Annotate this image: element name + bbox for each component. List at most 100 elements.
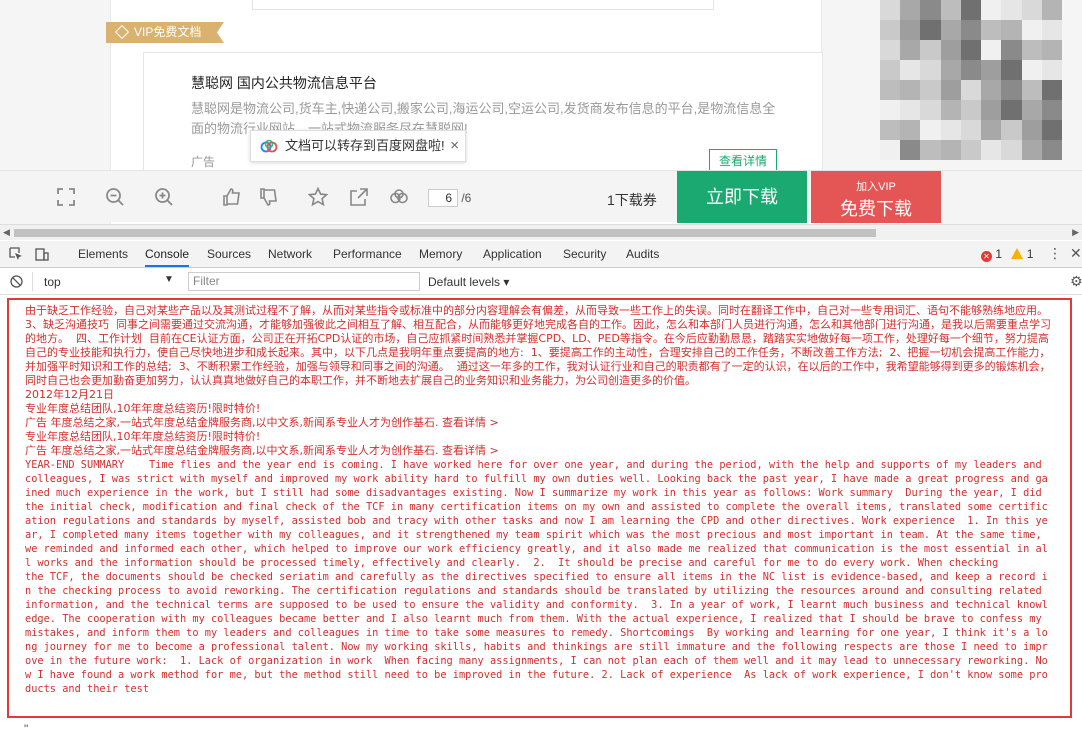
ad-card[interactable]: 慧聪网 国内公共物流信息平台 慧聪网是物流公司,货车主,快递公司,搬家公司,海运… [143,52,823,182]
join-vip-button[interactable]: 加入VIP 免费下载 [811,171,941,223]
free-download-label: 免费下载 [840,199,912,219]
blur-tile [880,20,901,40]
page-indicator: 6 /6 [428,189,471,207]
more-options-icon[interactable]: ⋮ [1048,245,1062,262]
blur-tile [920,20,941,40]
thumbs-up-icon[interactable] [222,187,242,207]
cloud-save-icon[interactable] [389,187,409,207]
blur-tile [920,100,941,120]
blur-tile [960,120,982,140]
blur-tile [1021,40,1042,60]
scrollbar-thumb[interactable] [14,229,876,237]
tab-sources[interactable]: Sources [207,247,251,261]
blur-tile [960,0,982,20]
clear-console-icon[interactable] [10,275,23,288]
zoom-out-icon[interactable] [105,187,125,207]
blur-tile [1021,0,1042,20]
fullscreen-icon[interactable] [56,187,76,207]
blur-tile [880,60,901,80]
blur-tile [1001,140,1022,160]
blur-tile [900,20,921,40]
blur-tile [920,80,941,100]
tab-application[interactable]: Application [483,247,542,261]
blur-tile [960,140,982,160]
previous-card [252,0,714,10]
blur-tile [920,0,941,20]
horizontal-scrollbar[interactable]: ◀ ▶ [0,224,1082,240]
inspect-element-icon[interactable] [9,247,23,261]
diamond-icon [114,24,130,40]
blur-tile [1001,60,1022,80]
chevron-down-icon[interactable]: ▼ [164,274,174,285]
blur-tile [880,140,901,160]
blur-tile [940,0,961,20]
blurred-side-image [880,0,1062,160]
tab-memory[interactable]: Memory [419,247,462,261]
blur-tile [1021,140,1042,160]
separator [32,272,33,291]
context-selector[interactable]: top [44,275,61,289]
blur-tile [920,140,941,160]
ad-label: 广告 [191,155,216,169]
download-coupon: 1下载券 [607,192,657,208]
blur-tile [981,120,1002,140]
doc-toolbar: 6 /6 1下载券 立即下载 加入VIP 免费下载 [0,170,1082,223]
device-toolbar-icon[interactable] [35,247,49,261]
blur-tile [981,140,1002,160]
download-now-button[interactable]: 立即下载 [677,171,807,223]
blur-tile [1041,40,1062,60]
blur-tile [940,20,961,40]
error-warning-counter[interactable]: ✕ 1 1 [981,247,1033,262]
tab-performance[interactable]: Performance [333,247,402,261]
tab-elements[interactable]: Elements [78,247,128,261]
blur-tile [960,100,982,120]
blur-tile [900,40,921,60]
blur-tile [960,60,982,80]
share-icon[interactable] [349,187,369,207]
devtools-tabbar: Elements Console Sources Network Perform… [0,241,1082,268]
blur-tile [1021,20,1042,40]
console-output: 由于缺乏工作经验，自己对某些产品以及其测试过程不了解，从而对某些指令或标准中的部… [7,298,1072,718]
filter-input[interactable]: Filter [188,272,420,291]
zoom-in-icon[interactable] [154,187,174,207]
blur-tile [1001,120,1022,140]
close-icon[interactable]: × [450,131,459,161]
blur-tile [900,140,921,160]
blur-tile [880,120,901,140]
document-viewer: VIP免费文档 慧聪网 国内公共物流信息平台 慧聪网是物流公司,货车主,快递公司… [0,0,1082,226]
tab-network[interactable]: Network [268,247,312,261]
blur-tile [1001,40,1022,60]
star-icon[interactable] [308,187,328,207]
console-line: 广告 年度总结之家,一站式年度总结金牌服务商,以中文系,新闻系专业人才为创作基石… [25,444,499,457]
blur-tile [1001,80,1022,100]
vip-free-doc-tag: VIP免费文档 [106,22,224,43]
blur-tile [1021,120,1042,140]
ad-title[interactable]: 慧聪网 国内公共物流信息平台 [191,73,377,93]
thumbs-down-icon[interactable] [259,187,279,207]
blur-tile [1001,100,1022,120]
blur-tile [900,100,921,120]
blur-tile [940,40,961,60]
console-toolbar: top ▼ Filter Default levels ▾ ⚙ [0,269,1082,295]
blur-tile [940,60,961,80]
blur-tile [900,80,921,100]
blur-tile [1021,100,1042,120]
tab-security[interactable]: Security [563,247,606,261]
blur-tile [1041,80,1062,100]
close-devtools-icon[interactable]: ✕ [1070,245,1082,262]
blur-tile [1001,0,1022,20]
blur-tile [1041,100,1062,120]
settings-gear-icon[interactable]: ⚙ [1070,273,1082,290]
log-levels-dropdown[interactable]: Default levels ▾ [428,275,509,289]
scroll-right-icon[interactable]: ▶ [1072,227,1079,238]
scroll-left-icon[interactable]: ◀ [3,227,10,238]
page-number-input[interactable]: 6 [428,189,458,207]
blur-tile [940,80,961,100]
tab-audits[interactable]: Audits [626,247,659,261]
page-total: /6 [461,191,472,205]
tab-console[interactable]: Console [145,247,190,267]
warning-count: 1 [1026,247,1034,261]
vip-tag-label: VIP免费文档 [134,25,202,39]
blur-tile [981,60,1002,80]
blur-tile [981,0,1002,20]
